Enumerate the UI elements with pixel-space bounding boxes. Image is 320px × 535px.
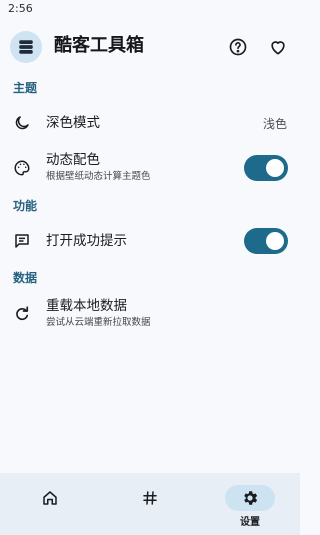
switch-knob — [266, 232, 284, 250]
success-tip-title: 打开成功提示 — [46, 233, 127, 249]
refresh-icon — [11, 303, 33, 325]
section-header-data: 数据 — [13, 271, 38, 285]
status-time: 2:56 — [8, 2, 33, 15]
setting-dark-mode[interactable]: 深色模式 浅色 — [0, 106, 300, 142]
help-circle-icon — [229, 38, 247, 56]
nav-item-home[interactable] — [0, 473, 100, 535]
hashtag-icon — [125, 485, 175, 511]
status-bar: 2:56 — [0, 0, 300, 18]
bottom-nav: 设置 — [0, 473, 300, 535]
gear-icon — [225, 485, 275, 511]
setting-reload-data[interactable]: 重载本地数据 尝试从云端重新拉取数据 — [0, 294, 300, 334]
dark-mode-value: 浅色 — [262, 117, 287, 131]
dark-mode-title: 深色模式 — [46, 115, 100, 131]
setting-dynamic-color[interactable]: 动态配色 根据壁纸动态计算主题色 — [0, 148, 300, 188]
setting-success-tip[interactable]: 打开成功提示 — [0, 222, 300, 260]
dynamic-color-subtitle: 根据壁纸动态计算主题色 — [46, 171, 151, 182]
app-logo — [10, 31, 42, 63]
help-button[interactable] — [226, 35, 250, 59]
section-header-theme: 主题 — [13, 81, 38, 95]
heart-outline-icon — [271, 41, 285, 55]
favorite-button[interactable] — [266, 35, 290, 59]
nav-item-tags[interactable] — [100, 473, 200, 535]
section-header-function: 功能 — [13, 199, 38, 213]
palette-icon — [11, 157, 33, 179]
reload-data-title: 重载本地数据 — [46, 298, 127, 314]
switch-knob — [266, 159, 284, 177]
success-tip-switch[interactable] — [244, 228, 288, 254]
nav-label-settings: 设置 — [240, 517, 260, 528]
stack-layers-icon — [19, 40, 33, 54]
dynamic-color-switch[interactable] — [244, 155, 288, 181]
message-text-icon — [11, 230, 33, 252]
dynamic-color-title: 动态配色 — [46, 152, 100, 168]
app-bar: 酷客工具箱 — [0, 28, 300, 68]
app-title: 酷客工具箱 — [54, 35, 144, 56]
reload-data-subtitle: 尝试从云端重新拉取数据 — [46, 317, 151, 328]
nav-item-settings[interactable]: 设置 — [200, 473, 300, 535]
moon-icon — [11, 112, 33, 134]
home-icon — [25, 485, 75, 511]
